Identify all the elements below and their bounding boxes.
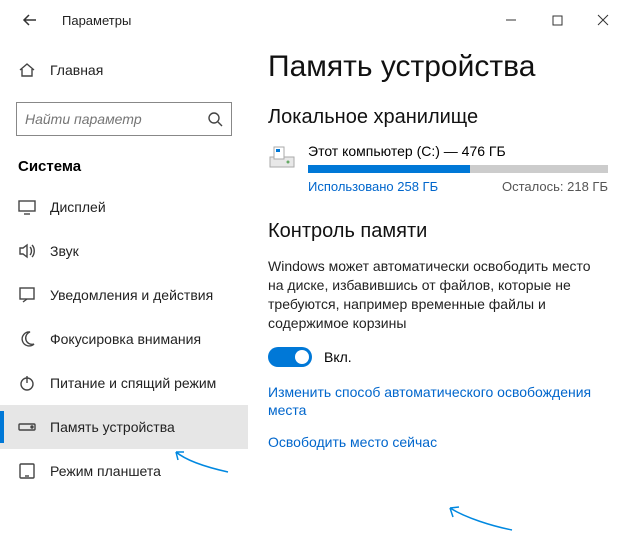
page-title: Память устройства <box>268 50 608 84</box>
search-box[interactable] <box>16 102 232 136</box>
moon-icon <box>18 330 36 348</box>
disk-used-label: Использовано 258 ГБ <box>308 179 438 194</box>
sidebar-item-focus-assist[interactable]: Фокусировка внимания <box>0 317 248 361</box>
disk-usage-bar <box>308 165 608 173</box>
close-button[interactable] <box>580 4 626 36</box>
storage-icon <box>18 418 36 436</box>
sidebar-item-label: Питание и спящий режим <box>50 375 216 391</box>
sidebar-item-label: Память устройства <box>50 419 175 435</box>
local-storage-heading: Локальное хранилище <box>268 106 608 129</box>
sidebar-item-label: Звук <box>50 243 79 259</box>
storage-sense-toggle[interactable] <box>268 347 312 367</box>
sidebar-item-label: Фокусировка внимания <box>50 331 201 347</box>
sidebar-item-tablet[interactable]: Режим планшета <box>0 449 248 493</box>
home-icon <box>18 61 36 79</box>
sidebar-item-sound[interactable]: Звук <box>0 229 248 273</box>
link-free-space-now[interactable]: Освободить место сейчас <box>268 433 608 451</box>
titlebar: Параметры <box>0 0 626 40</box>
disk-remaining-label: Осталось: 218 ГБ <box>502 179 608 194</box>
notifications-icon <box>18 286 36 304</box>
toggle-label: Вкл. <box>324 349 352 365</box>
sidebar-item-storage[interactable]: Память устройства <box>0 405 248 449</box>
storage-sense-heading: Контроль памяти <box>268 220 608 243</box>
sidebar-item-display[interactable]: Дисплей <box>0 185 248 229</box>
window-controls <box>488 4 626 36</box>
sidebar-item-label: Режим планшета <box>50 463 161 479</box>
link-change-cleanup[interactable]: Изменить способ автоматического освобожд… <box>268 383 608 419</box>
sidebar: Главная Система Дисплей Звук Уведо <box>0 40 248 539</box>
sidebar-home[interactable]: Главная <box>0 48 248 92</box>
sidebar-item-label: Дисплей <box>50 199 106 215</box>
storage-sense-description: Windows может автоматически освободить м… <box>268 257 608 333</box>
disk-row[interactable]: Этот компьютер (C:) — 476 ГБ Использован… <box>268 143 608 194</box>
disk-icon <box>268 143 296 171</box>
tablet-icon <box>18 462 36 480</box>
sidebar-item-label: Уведомления и действия <box>50 287 213 303</box>
back-button[interactable] <box>10 0 50 40</box>
sidebar-home-label: Главная <box>50 62 103 78</box>
display-icon <box>18 198 36 216</box>
power-icon <box>18 374 36 392</box>
window-title: Параметры <box>62 13 131 28</box>
content-pane: Память устройства Локальное хранилище Эт… <box>248 40 626 539</box>
sound-icon <box>18 242 36 260</box>
maximize-button[interactable] <box>534 4 580 36</box>
minimize-button[interactable] <box>488 4 534 36</box>
sidebar-section-heading: Система <box>0 150 248 185</box>
disk-title: Этот компьютер (C:) — 476 ГБ <box>308 143 608 159</box>
sidebar-item-notifications[interactable]: Уведомления и действия <box>0 273 248 317</box>
search-input[interactable] <box>25 111 207 127</box>
search-icon <box>207 110 223 128</box>
sidebar-item-power[interactable]: Питание и спящий режим <box>0 361 248 405</box>
